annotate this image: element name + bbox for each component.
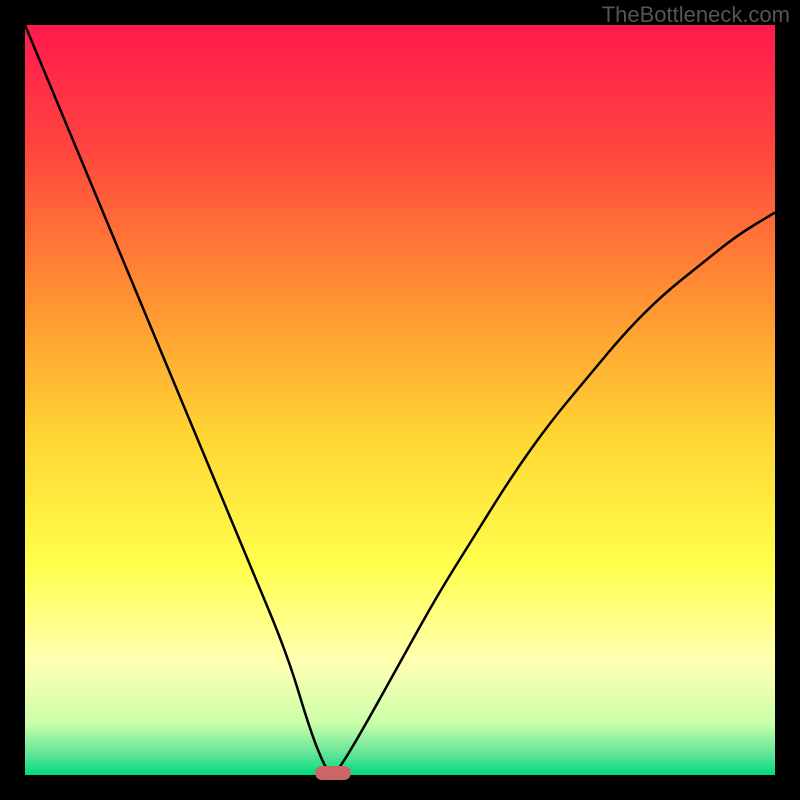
watermark-text: TheBottleneck.com [602, 2, 790, 28]
optimal-marker [315, 766, 351, 780]
chart-plot-area [25, 25, 775, 775]
bottleneck-curve [25, 25, 775, 775]
